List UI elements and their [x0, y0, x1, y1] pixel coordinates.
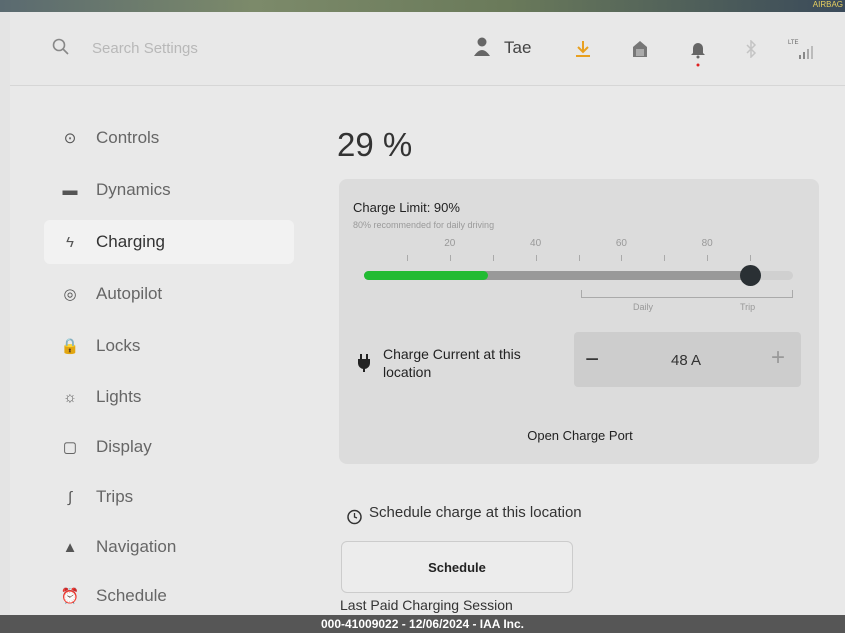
slider-tick — [750, 255, 752, 261]
slider-tick-label: 20 — [444, 238, 456, 249]
display-icon: ▢ — [62, 439, 78, 456]
navigation-icon: ▲ — [62, 538, 78, 556]
charge-limit-handle[interactable] — [740, 265, 762, 286]
sidebar-item-charging[interactable]: ϟ Charging — [44, 220, 294, 264]
sidebar-item-label: Lights — [96, 387, 142, 406]
sidebar-item-label: Dynamics — [96, 180, 171, 199]
sidebar-item-locks[interactable]: 🔒 Locks — [44, 324, 294, 368]
steering-wheel-icon: ◎ — [63, 286, 77, 303]
lte-label: LTE — [788, 40, 799, 46]
battery-level-fill — [364, 271, 489, 280]
search-icon[interactable] — [52, 38, 70, 56]
slider-tick — [621, 255, 623, 261]
alarm-icon: ⏰ — [60, 588, 80, 605]
user-name[interactable]: Tae — [504, 38, 531, 58]
signal-icon — [799, 46, 813, 59]
sidebar-item-label: Charging — [96, 232, 165, 251]
daily-trip-bracket — [581, 290, 793, 298]
camera-view-strip: AIRBAG — [0, 0, 845, 12]
sidebar-item-schedule[interactable]: ⏰ Schedule — [44, 574, 294, 618]
daily-label: Daily — [633, 302, 654, 312]
toggle-icon: ⊙ — [63, 130, 77, 147]
slider-tick — [707, 255, 709, 261]
user-icon[interactable] — [472, 36, 492, 58]
sidebar-item-label: Controls — [96, 128, 160, 147]
sidebar-item-label: Locks — [96, 336, 141, 355]
schedule-button[interactable]: Schedule — [341, 541, 573, 593]
increase-current-button[interactable]: + — [771, 344, 785, 372]
charge-current-value: 48 A — [671, 352, 702, 369]
trips-icon: ∫ — [67, 488, 73, 506]
sidebar-item-dynamics[interactable]: ▬ Dynamics — [44, 168, 294, 212]
sidebar-item-lights[interactable]: ☼ Lights — [44, 375, 294, 419]
search-input[interactable]: Search Settings — [92, 40, 198, 57]
bluetooth-icon[interactable] — [745, 40, 757, 58]
sidebar-item-display[interactable]: ▢ Display — [44, 425, 294, 469]
sidebar-item-controls[interactable]: ⊙ Controls — [44, 116, 294, 160]
slider-tick — [578, 255, 580, 261]
bolt-icon: ϟ — [66, 233, 74, 251]
plug-icon — [358, 354, 370, 372]
open-charge-port-button[interactable]: Open Charge Port — [340, 428, 820, 443]
garage-icon[interactable] — [632, 40, 648, 58]
trip-label: Trip — [740, 302, 756, 312]
slider-tick — [492, 255, 494, 261]
car-icon: ▬ — [62, 181, 78, 199]
sidebar-item-label: Trips — [96, 487, 134, 506]
charge-current-label: Charge Current at this location — [383, 346, 521, 380]
download-icon[interactable] — [575, 40, 591, 58]
decrease-current-button[interactable]: − — [585, 346, 599, 374]
battery-percent: 29 % — [337, 126, 413, 163]
sidebar-item-autopilot[interactable]: ◎ Autopilot — [44, 272, 294, 316]
slider-tick-label: 60 — [615, 238, 627, 249]
sidebar-item-navigation[interactable]: ▲ Navigation — [44, 525, 294, 569]
last-paid-session[interactable]: Last Paid Charging Session — [340, 597, 513, 613]
sidebar-item-label: Display — [96, 437, 152, 456]
slider-tick — [664, 255, 666, 261]
sun-icon: ☼ — [63, 388, 77, 406]
schedule-clock-icon — [347, 509, 362, 525]
bell-icon[interactable] — [690, 40, 706, 68]
sidebar-item-trips[interactable]: ∫ Trips — [44, 475, 294, 519]
sidebar-item-label: Schedule — [96, 586, 167, 605]
slider-tick — [406, 255, 408, 261]
slider-tick — [535, 255, 537, 261]
charge-limit-recommendation: 80% recommended for daily driving — [353, 220, 495, 230]
sidebar-item-label: Navigation — [96, 537, 177, 556]
sidebar-item-label: Autopilot — [96, 284, 163, 303]
slider-tick — [449, 255, 451, 261]
slider-tick-label: 80 — [701, 238, 713, 249]
airbag-indicator: AIRBAG — [812, 0, 843, 9]
charge-limit-title: Charge Limit: 90% — [353, 200, 460, 215]
lock-icon: 🔒 — [60, 338, 80, 355]
slider-tick-label: 40 — [530, 238, 542, 249]
schedule-title: Schedule charge at this location — [369, 504, 582, 521]
watermark: 000-41009022 - 12/06/2024 - IAA Inc. — [0, 615, 845, 633]
